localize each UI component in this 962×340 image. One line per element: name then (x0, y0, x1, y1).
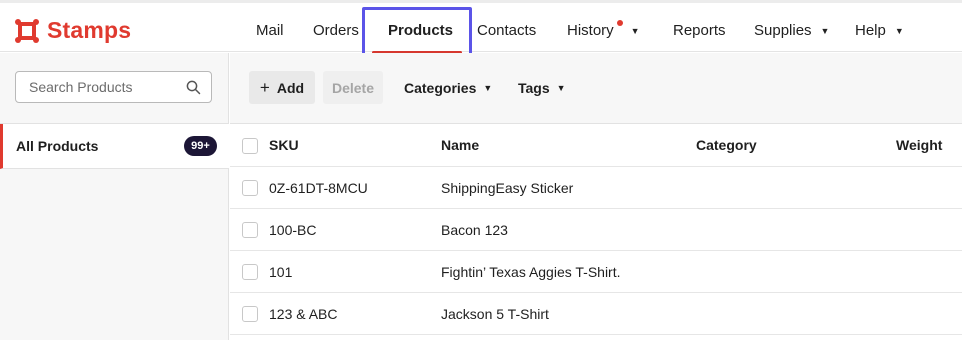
delete-button[interactable]: Delete (323, 71, 383, 104)
select-all-checkbox[interactable] (242, 138, 258, 154)
table-header-row: SKU Name Category Weight (230, 125, 962, 167)
table-row[interactable]: 123 & ABC Jackson 5 T-Shirt (230, 293, 962, 335)
table-row[interactable]: 101 Fightin’ Texas Aggies T-Shirt. (230, 251, 962, 293)
name-cell: Fightin’ Texas Aggies T-Shirt. (441, 264, 621, 280)
add-button[interactable]: + Add (249, 71, 315, 104)
nav-contacts[interactable]: Contacts (477, 22, 536, 39)
sidebar-item-all-products[interactable]: All Products 99+ (0, 124, 229, 169)
sku-cell: 100-BC (269, 222, 317, 238)
name-cell: Jackson 5 T-Shirt (441, 306, 549, 322)
column-header-weight[interactable]: Weight (896, 137, 942, 153)
sku-cell: 0Z-61DT-8MCU (269, 180, 368, 196)
search-products-box[interactable] (15, 71, 212, 103)
nav-contacts-label: Contacts (477, 22, 537, 39)
nav-products[interactable]: Products (388, 22, 453, 39)
nav-reports[interactable]: Reports (673, 22, 726, 39)
count-badge: 99+ (184, 136, 217, 156)
nav-supplies[interactable]: Supplies ▼ (754, 22, 829, 39)
products-table: SKU Name Category Weight 0Z-61DT-8MCU Sh… (230, 125, 962, 335)
brand-name: Stamps (47, 17, 132, 43)
stamps-logo-icon (15, 18, 39, 43)
categories-label: Categories (404, 80, 477, 96)
chevron-down-icon: ▼ (483, 83, 493, 93)
notification-dot (617, 20, 623, 26)
tags-label: Tags (518, 80, 550, 96)
sku-cell: 101 (269, 264, 293, 280)
column-header-category[interactable]: Category (696, 137, 757, 153)
nav-supplies-label: Supplies (754, 22, 812, 39)
products-toolbar: + Add Delete Categories ▼ Tags ▼ (230, 53, 962, 124)
column-header-sku[interactable]: SKU (269, 137, 299, 153)
column-header-name[interactable]: Name (441, 137, 479, 153)
nav-products-label: Products (388, 22, 454, 39)
categories-dropdown[interactable]: Categories ▼ (404, 80, 492, 96)
table-row[interactable]: 100-BC Bacon 123 (230, 209, 962, 251)
add-button-label: Add (276, 79, 305, 96)
row-checkbox[interactable] (242, 180, 258, 196)
row-checkbox[interactable] (242, 264, 258, 280)
chevron-down-icon: ▼ (820, 25, 830, 36)
nav-history-label: History (567, 22, 614, 39)
chevron-down-icon: ▼ (556, 83, 566, 93)
tags-dropdown[interactable]: Tags ▼ (518, 80, 566, 96)
plus-icon: + (259, 77, 270, 97)
chevron-down-icon: ▼ (894, 25, 904, 36)
search-icon[interactable] (186, 80, 201, 95)
sidebar-item-label: All Products (16, 138, 99, 154)
search-products-input[interactable] (16, 72, 186, 102)
chevron-down-icon: ▼ (630, 25, 640, 36)
row-checkbox[interactable] (242, 306, 258, 322)
name-cell: Bacon 123 (441, 222, 508, 238)
name-cell: ShippingEasy Sticker (441, 180, 574, 196)
nav-help-label: Help (855, 22, 886, 39)
nav-mail[interactable]: Mail (256, 22, 284, 39)
nav-reports-label: Reports (673, 22, 726, 39)
row-checkbox[interactable] (242, 222, 258, 238)
nav-help[interactable]: Help ▼ (855, 22, 904, 39)
nav-orders[interactable]: Orders (313, 22, 359, 39)
stamps-logo[interactable]: Stamps (15, 17, 131, 44)
nav-history[interactable]: History ▼ (567, 22, 640, 39)
delete-button-label: Delete (331, 79, 375, 96)
top-navigation-bar: Stamps Mail Orders Products Contacts His… (0, 0, 962, 54)
sidebar: All Products 99+ (0, 53, 229, 340)
nav-mail-label: Mail (256, 22, 284, 39)
nav-orders-label: Orders (313, 22, 359, 39)
table-row[interactable]: 0Z-61DT-8MCU ShippingEasy Sticker (230, 167, 962, 209)
sku-cell: 123 & ABC (269, 306, 338, 322)
